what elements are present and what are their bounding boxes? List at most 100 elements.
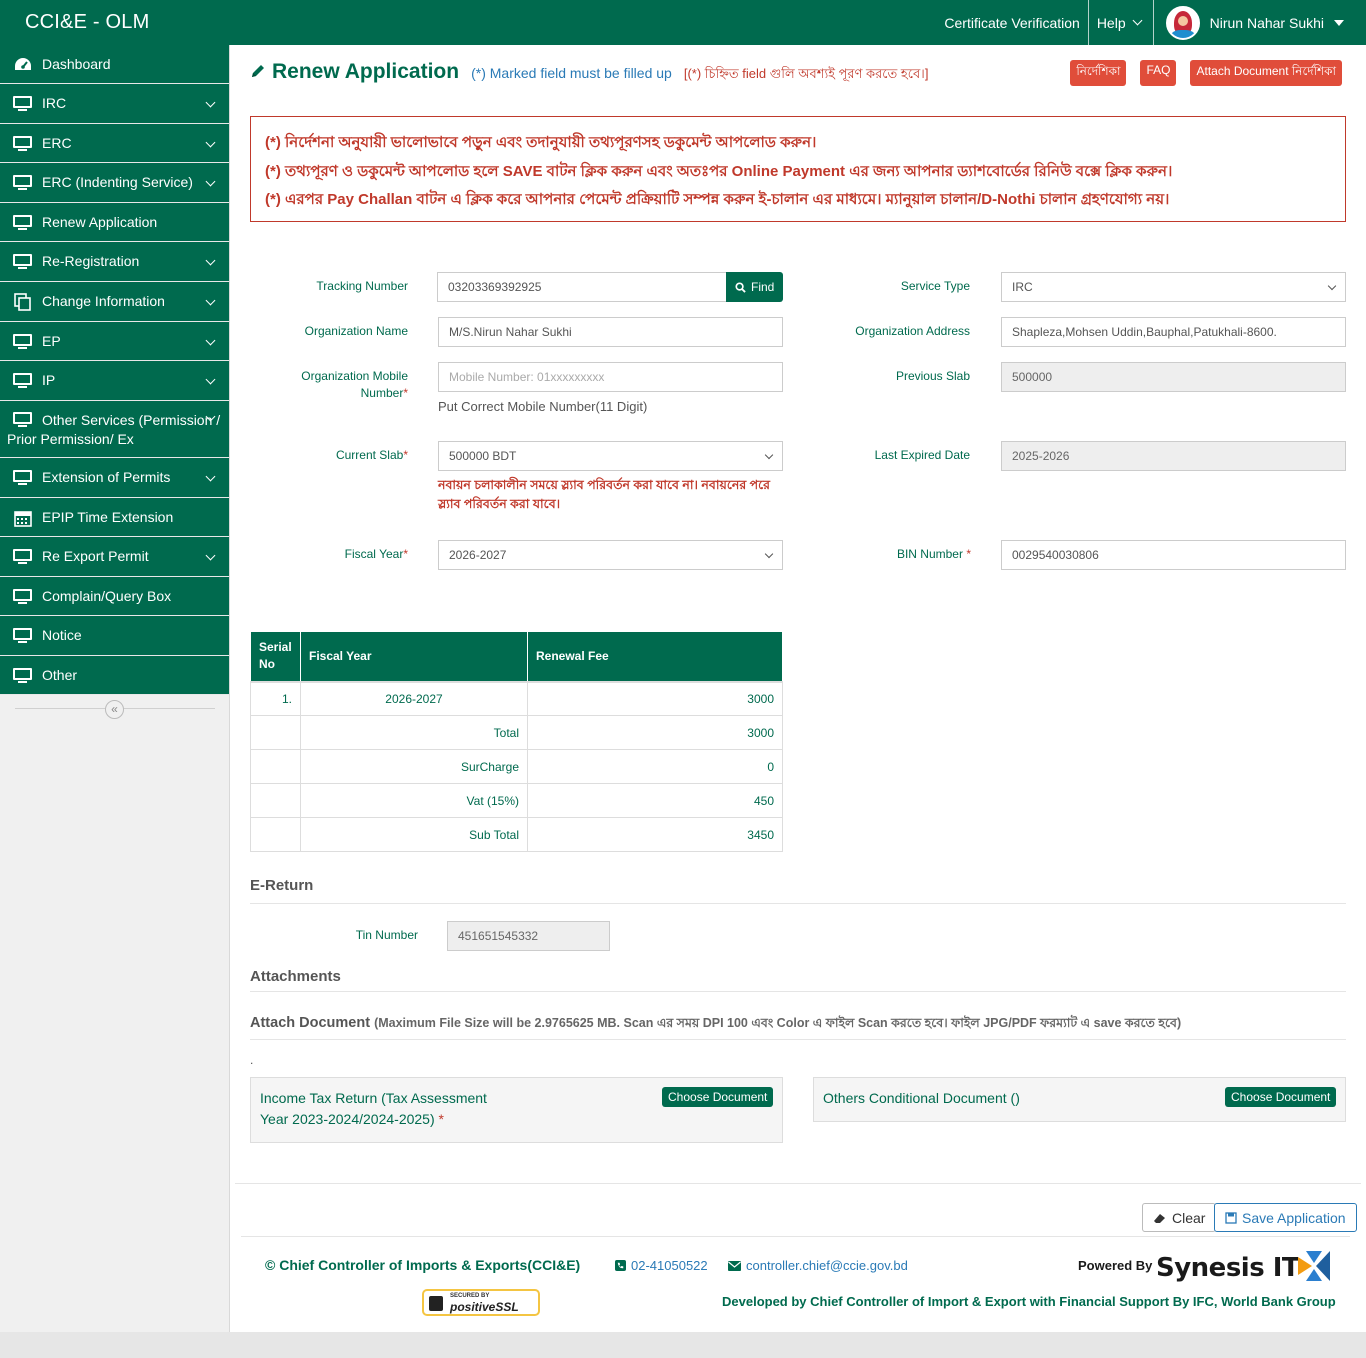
bin-number-input[interactable]: 0029540030806 <box>1001 540 1346 570</box>
monitor-icon <box>13 372 33 392</box>
surcharge-label: SurCharge <box>300 749 528 784</box>
service-type-value: IRC <box>1012 280 1033 294</box>
pencil-icon <box>252 65 264 77</box>
calendar-icon <box>13 509 33 529</box>
surcharge-row: SurCharge 0 <box>250 749 783 784</box>
save-application-button[interactable]: Save Application <box>1214 1203 1357 1232</box>
vat-row: Vat (15%) 450 <box>250 783 783 818</box>
total-label: Total <box>300 715 528 750</box>
guide-button[interactable]: নির্দেশিকা <box>1070 60 1127 86</box>
sidebar-item-label: IP <box>42 372 56 388</box>
fee-cell: 3000 <box>527 681 783 716</box>
organization-address-input[interactable]: Shapleza,Mohsen Uddin,Bauphal,Patukhali-… <box>1001 317 1346 347</box>
current-slab-select[interactable]: 500000 BDT <box>438 441 783 471</box>
faq-button[interactable]: FAQ <box>1140 60 1177 86</box>
surcharge-value: 0 <box>527 749 783 784</box>
chevron-down-icon <box>205 295 216 306</box>
divider <box>250 903 1346 904</box>
sidebar-item-notice[interactable]: Notice <box>0 616 229 656</box>
doc-label: Income Tax Return (Tax Assessment Year 20… <box>260 1090 487 1127</box>
organization-name-label: Organization Name <box>304 324 408 338</box>
fiscal-year-label: Fiscal Year* <box>344 547 408 561</box>
sidebar-item-renew-application[interactable]: Renew Application <box>0 203 229 242</box>
sidebar-item-label: Change Information <box>42 293 165 309</box>
chevron-down-icon <box>205 335 216 345</box>
sidebar-item-ip[interactable]: IP <box>0 361 229 401</box>
sidebar-item-other[interactable]: Other <box>0 656 229 695</box>
chevron-down-icon <box>205 550 216 561</box>
footer-phone[interactable]: 02-41050522 <box>615 1258 708 1273</box>
chevron-down-icon <box>764 450 774 460</box>
clear-button[interactable]: Clear <box>1142 1203 1217 1232</box>
fiscal-year-select[interactable]: 2026-2027 <box>438 540 783 570</box>
serial-cell: 1. <box>250 681 301 716</box>
previous-slab-label: Previous Slab <box>895 369 970 383</box>
avatar <box>1165 5 1200 40</box>
sidebar-item-epip-time-extension[interactable]: EPIP Time Extension <box>0 498 229 537</box>
vat-value: 450 <box>527 783 783 818</box>
notice-line: (*) তথ্যপূরণ ও ডকুমেন্ট আপলোড হলে SAVE ব… <box>265 162 1173 180</box>
caret-down-icon <box>1334 19 1344 26</box>
footer-email[interactable]: controller.chief@ccie.gov.bd <box>728 1258 908 1273</box>
last-expired-date-input: 2025-2026 <box>1001 441 1346 471</box>
help-dropdown[interactable]: Help <box>1089 0 1154 45</box>
sidebar-item-label: Re Export Permit <box>42 548 149 564</box>
divider <box>250 1039 1346 1040</box>
fiscal-year-cell: 2026-2027 <box>300 681 528 716</box>
phone-icon <box>615 1260 626 1271</box>
organization-name-input[interactable]: M/S.Nirun Nahar Sukhi <box>438 317 783 347</box>
sidebar-item-extension-of-permits[interactable]: Extension of Permits <box>0 458 229 498</box>
page-header: Renew Application (*) Marked field must … <box>250 60 928 86</box>
choose-document-button[interactable]: Choose Document <box>662 1087 774 1107</box>
sidebar-item-label: Notice <box>42 627 82 643</box>
sidebar-item-erc[interactable]: ERC <box>0 124 229 163</box>
required-hint-en: (*) Marked field must be filled up <box>471 65 672 81</box>
find-button[interactable]: Find <box>726 272 784 302</box>
service-type-select[interactable]: IRC <box>1001 272 1346 302</box>
doc-label: Others Conditional Document () <box>823 1090 1020 1106</box>
sidebar-item-label: Other Services (Permission / Prior Permi… <box>7 412 221 447</box>
sidebar-item-re-export-permit[interactable]: Re Export Permit <box>0 537 229 577</box>
chevron-down-icon <box>205 471 216 482</box>
notice-line: (*) এরপর Pay Challan বাটন এ ক্লিক করে আপ… <box>265 191 1170 208</box>
subtotal-value: 3450 <box>527 817 783 852</box>
sidebar: Dashboard IRC ERC ERC (Indenting Service) Re… <box>0 45 230 1332</box>
eraser-icon <box>1154 1213 1165 1223</box>
others-conditional-doc: Others Conditional Document () Choose Do… <box>813 1077 1346 1122</box>
slab-warning: নবায়ন চলাকালীন সময়ে স্ল্যাব পরিবর্তন ক… <box>438 478 771 511</box>
divider <box>250 991 1346 992</box>
attach-guide-button[interactable]: Attach Document নির্দেশিকা <box>1190 60 1342 86</box>
tracking-number-input[interactable]: 03203369392925 <box>437 272 727 302</box>
organization-mobile-label: Organization Mobile Number* <box>301 369 408 400</box>
app-brand[interactable]: CCI&E - OLM <box>25 11 149 34</box>
find-label: Find <box>751 280 775 294</box>
notice-line: (*) নির্দেশনা অনুযায়ী ভালোভাবে পড়ুন এব… <box>265 134 817 151</box>
sidebar-item-re-registration[interactable]: Re-Registration <box>0 242 229 282</box>
dashboard-icon <box>13 56 33 76</box>
certificate-verification-link[interactable]: Certificate Verification <box>936 0 1089 45</box>
header-buttons: নির্দেশিকা FAQ Attach Document নির্দেশিক… <box>1070 60 1342 86</box>
chevron-down-icon <box>205 176 216 187</box>
choose-document-button[interactable]: Choose Document <box>1225 1087 1337 1107</box>
user-name: Nirun Nahar Sukhi <box>1209 14 1324 31</box>
user-menu[interactable]: Nirun Nahar Sukhi <box>1154 0 1366 45</box>
divider <box>241 1236 1350 1237</box>
sidebar-item-erc-indenting-service[interactable]: ERC (Indenting Service) <box>0 163 229 203</box>
required-hint-bn: [(*) চিহ্নিত field গুলি অবশ্যই পূরণ করতে… <box>683 66 929 81</box>
footer-developed-by: Developed by Chief Controller of Import … <box>722 1294 1336 1309</box>
sidebar-item-complain-query-box[interactable]: Complain/Query Box <box>0 577 229 616</box>
chevron-down-icon <box>764 549 774 559</box>
organization-mobile-input[interactable]: Mobile Number: 01xxxxxxxxx <box>438 362 783 392</box>
sidebar-item-label: EPIP Time Extension <box>42 508 174 525</box>
sidebar-item-irc[interactable]: IRC <box>0 84 229 124</box>
sidebar-item-ep[interactable]: EP <box>0 322 229 361</box>
monitor-icon <box>13 548 33 568</box>
sidebar-item-dashboard[interactable]: Dashboard <box>0 45 229 84</box>
sidebar-item-label: ERC <box>42 134 72 151</box>
tin-number-input: 451651545332 <box>447 921 610 951</box>
save-icon <box>1225 1211 1237 1224</box>
collapse-sidebar-icon[interactable]: « <box>105 700 124 719</box>
envelope-icon <box>728 1260 741 1271</box>
sidebar-item-change-information[interactable]: Change Information <box>0 282 229 322</box>
sidebar-item-other-services-permission-prior-permission-ex[interactable]: Other Services (Permission / Prior Permi… <box>0 401 229 458</box>
